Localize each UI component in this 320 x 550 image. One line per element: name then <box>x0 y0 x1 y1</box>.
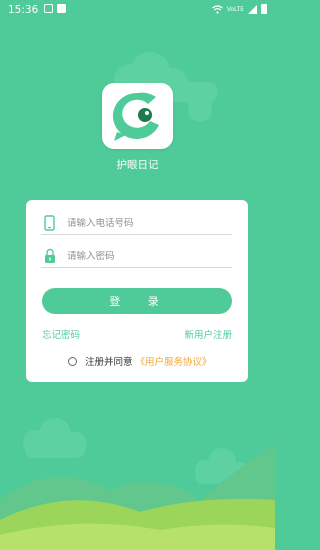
status-time: 15:36 <box>8 4 39 16</box>
check-notification-icon <box>57 4 66 13</box>
agreement-radio[interactable] <box>68 356 77 366</box>
password-field-row <box>41 245 232 268</box>
network-label: VoLTE <box>226 5 244 13</box>
system-icons: VoLTE <box>211 4 267 14</box>
app-logo <box>102 83 173 149</box>
battery-icon <box>261 4 267 14</box>
agreement-row: 注册并同意 《用户服务协议》 <box>68 354 212 368</box>
phone-field-row <box>41 212 232 235</box>
wifi-icon <box>211 4 223 14</box>
phone-input[interactable] <box>67 217 227 229</box>
status-bar: 15:36 VoLTE <box>0 0 275 20</box>
agreement-text: 注册并同意 <box>85 357 133 368</box>
notification-icons <box>44 4 66 13</box>
login-card: 登 录 忘记密码 新用户注册 注册并同意 《用户服务协议》 <box>26 200 248 382</box>
app-name: 护眼日记 <box>116 159 159 171</box>
signal-icon <box>248 4 257 14</box>
register-link[interactable]: 新用户注册 <box>184 327 232 341</box>
image-notification-icon <box>44 4 53 13</box>
lock-icon <box>41 248 61 264</box>
login-button[interactable]: 登 录 <box>42 288 232 314</box>
agreement-link[interactable]: 《用户服务协议》 <box>136 354 212 368</box>
eye-logo-icon <box>112 92 159 141</box>
password-input[interactable] <box>67 250 227 262</box>
forgot-password-link[interactable]: 忘记密码 <box>42 327 80 341</box>
phone-icon <box>41 215 61 231</box>
